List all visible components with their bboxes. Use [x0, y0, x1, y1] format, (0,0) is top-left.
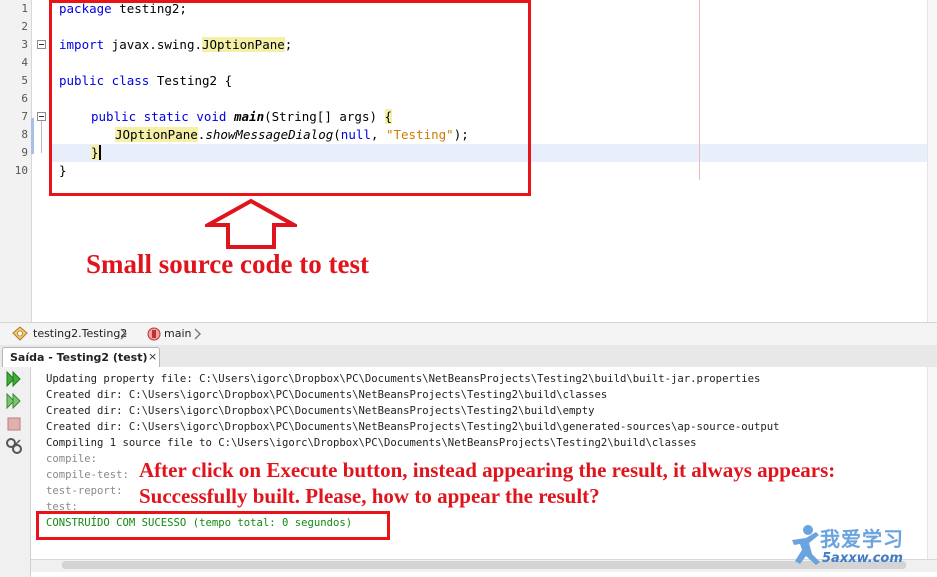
line-number: 9 [21, 146, 28, 159]
source-code-highlight-box [49, 0, 531, 196]
line-number: 10 [14, 164, 28, 177]
watermark-url: 5axxw.com [822, 551, 903, 566]
watermark-text: 我爱学习 [820, 527, 904, 551]
watermark-logo: 我爱学习 5axxw.com [788, 520, 933, 572]
rerun-icon[interactable] [5, 370, 23, 388]
close-icon[interactable]: × [148, 350, 157, 363]
rerun-with-params-icon[interactable] [5, 392, 23, 410]
result-question-caption: After click on Execute button, instead a… [139, 458, 836, 508]
scrollbar-thumb[interactable] [62, 561, 906, 569]
stop-icon[interactable] [5, 415, 23, 433]
fold-guide [41, 121, 42, 153]
line-number: 3 [21, 38, 28, 51]
line-number: 2 [21, 20, 28, 33]
output-line: Created dir: C:\Users\igorc\Dropbox\PC\D… [46, 389, 608, 401]
line-number: 8 [21, 128, 28, 141]
line-number: 6 [21, 92, 28, 105]
breadcrumb-method[interactable]: main [164, 326, 191, 341]
line-number: 4 [21, 56, 28, 69]
chevron-right-icon [120, 328, 127, 340]
output-line: Compiling 1 source file to C:\Users\igor… [46, 437, 697, 449]
breadcrumb: testing2.Testing2 main [0, 322, 937, 346]
running-figure-icon [792, 525, 820, 565]
class-icon [12, 326, 28, 341]
output-toolbar [0, 367, 31, 577]
fold-collapse-icon[interactable] [37, 40, 46, 49]
method-icon [147, 327, 161, 341]
line-number: 1 [21, 2, 28, 15]
tab-label: Saída - Testing2 (test) [10, 351, 148, 364]
line-number-gutter: 1 2 3 4 5 6 7 8 9 10 [0, 0, 32, 322]
breadcrumb-class[interactable]: testing2.Testing2 [33, 326, 127, 341]
build-success-highlight-box [36, 511, 390, 540]
source-code-caption: Small source code to test [86, 249, 369, 279]
editor-vertical-scrollbar[interactable] [927, 0, 937, 322]
up-arrow-icon [205, 198, 297, 249]
output-line: compile-test: [46, 469, 129, 481]
fold-collapse-icon[interactable] [37, 112, 46, 121]
output-line: Created dir: C:\Users\igorc\Dropbox\PC\D… [46, 421, 780, 433]
output-tab-bar: Saída - Testing2 (test) × [0, 345, 937, 368]
settings-icon[interactable] [5, 437, 23, 455]
output-line: Updating property file: C:\Users\igorc\D… [46, 373, 761, 385]
output-line: compile: [46, 453, 98, 465]
tab-output-testing2[interactable]: Saída - Testing2 (test) × [2, 347, 160, 367]
line-number: 7 [21, 110, 28, 123]
output-line: test-report: [46, 485, 123, 497]
change-marker [31, 118, 34, 154]
line-number: 5 [21, 74, 28, 87]
output-line: Created dir: C:\Users\igorc\Dropbox\PC\D… [46, 405, 595, 417]
chevron-right-icon [194, 328, 201, 340]
